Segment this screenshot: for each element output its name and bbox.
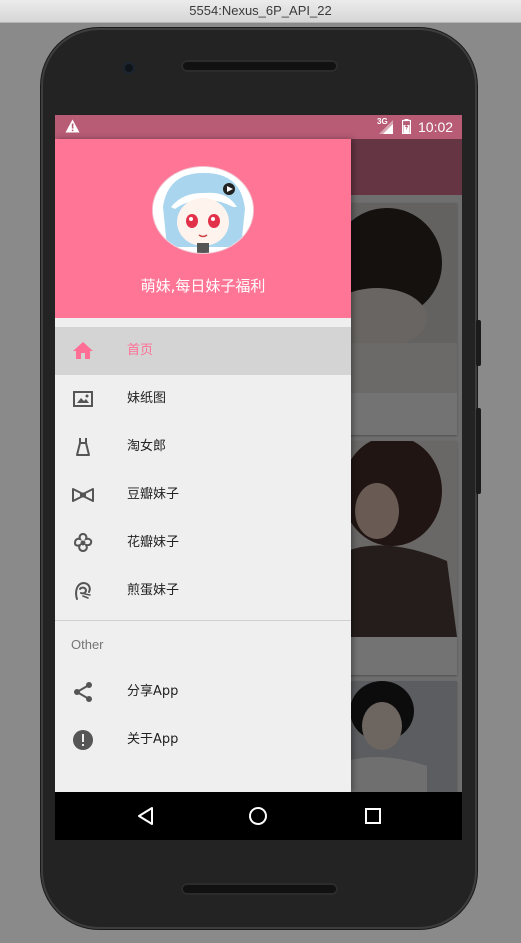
drawer-item-share[interactable]: 分享App: [55, 668, 351, 716]
home-nav-icon[interactable]: [246, 804, 270, 828]
drawer-item-taonvlang[interactable]: 淘女郎: [55, 423, 351, 471]
dress-icon: [76, 438, 90, 456]
bowtie-icon: [72, 488, 94, 502]
volume-button[interactable]: [476, 408, 481, 494]
back-icon[interactable]: [134, 804, 158, 828]
drawer-header: 萌妹,每日妹子福利: [55, 139, 351, 318]
power-button[interactable]: [476, 320, 481, 366]
girl-icon: [75, 581, 91, 600]
drawer-item-label: 花瓣妹子: [127, 535, 180, 550]
image-icon: [73, 391, 93, 407]
status-clock: 10:02: [418, 119, 454, 135]
drawer-divider: [55, 620, 351, 621]
recents-icon[interactable]: [361, 804, 385, 828]
avatar-image: [153, 167, 253, 253]
info-icon: [73, 730, 93, 750]
bottom-speaker: [181, 883, 338, 895]
system-nav-bar: [55, 792, 462, 840]
drawer-item-douban[interactable]: 豆瓣妹子: [55, 471, 351, 519]
drawer-item-label: 关于App: [127, 732, 179, 747]
status-bar: 3G 10:02: [55, 115, 462, 139]
drawer-item-label: 淘女郎: [127, 439, 167, 454]
drawer-section-header: Other: [71, 637, 104, 652]
emulator-window-title: 5554:Nexus_6P_API_22: [0, 0, 521, 23]
drawer-item-label: 分享App: [127, 684, 179, 699]
drawer-item-label: 首页: [127, 343, 154, 358]
device-screen: 3G 10:02 萌妹,每日妹子福利 首页 妹纸图 淘女郎 豆瓣妹子 花瓣妹子 …: [55, 115, 462, 840]
drawer-title: 萌妹,每日妹子福利: [140, 277, 266, 295]
avatar[interactable]: [153, 167, 253, 253]
drawer-item-pictures[interactable]: 妹纸图: [55, 375, 351, 423]
battery-icon: [402, 119, 411, 134]
warning-icon: [65, 119, 80, 133]
drawer-item-home[interactable]: 首页: [55, 327, 351, 375]
share-icon: [74, 682, 92, 702]
drawer-item-label: 妹纸图: [127, 391, 167, 406]
network-type: 3G: [377, 117, 388, 126]
drawer-item-jiandan[interactable]: 煎蛋妹子: [55, 567, 351, 615]
front-camera: [123, 62, 135, 74]
drawer-item-label: 豆瓣妹子: [127, 487, 180, 502]
flower-icon: [73, 532, 93, 553]
drawer-item-huaban[interactable]: 花瓣妹子: [55, 519, 351, 567]
drawer-item-about[interactable]: 关于App: [55, 716, 351, 764]
top-speaker: [181, 60, 338, 72]
navigation-drawer: 萌妹,每日妹子福利 首页 妹纸图 淘女郎 豆瓣妹子 花瓣妹子 煎蛋妹子 Othe…: [55, 139, 351, 792]
drawer-item-label: 煎蛋妹子: [127, 583, 180, 598]
home-icon: [73, 342, 93, 359]
